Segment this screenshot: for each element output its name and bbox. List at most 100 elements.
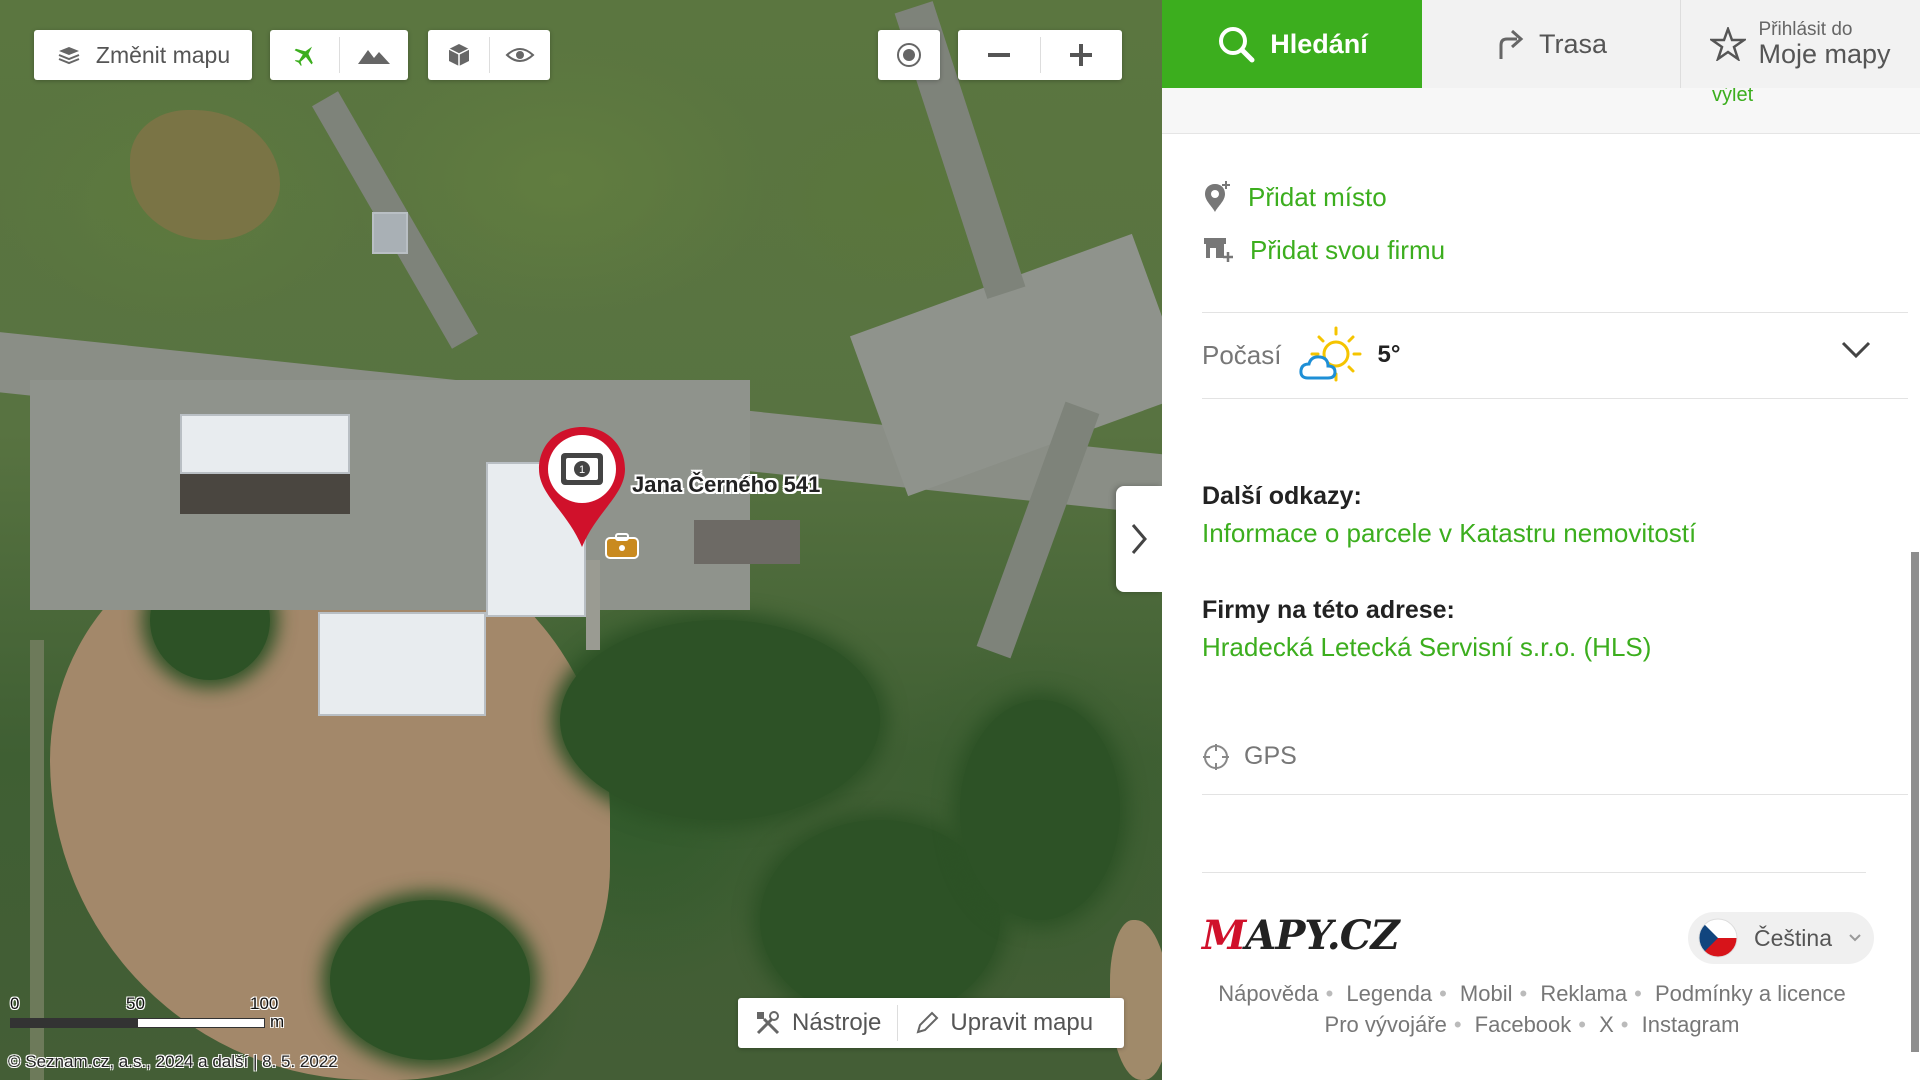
language-label: Čeština: [1754, 924, 1832, 951]
map-building: [318, 612, 486, 716]
tab-search-label: Hledání: [1270, 28, 1368, 59]
panorama-button[interactable]: [490, 30, 550, 80]
map-scale: 0 50 100 m: [10, 990, 284, 1040]
3d-view-button[interactable]: [429, 30, 489, 80]
add-company-button[interactable]: Přidat svou firmu: [1202, 234, 1445, 266]
layers-icon: [58, 47, 80, 65]
add-company-label: Přidat svou firmu: [1250, 234, 1446, 265]
weather-label: Počasí: [1202, 339, 1282, 370]
more-links-title: Další odkazy:: [1202, 482, 1362, 510]
footer-link-mobile[interactable]: Mobil: [1460, 981, 1513, 1006]
footer-link-instagram[interactable]: Instagram: [1642, 1012, 1740, 1037]
tab-route[interactable]: Trasa: [1422, 0, 1680, 88]
tab-search[interactable]: Hledání: [1162, 0, 1422, 88]
map-mode-group: [270, 30, 408, 80]
map-tools-bar: Nástroje Upravit mapu: [738, 998, 1124, 1048]
business-poi-icon[interactable]: [604, 532, 640, 560]
footer-link-terms[interactable]: Podmínky a licence: [1655, 981, 1846, 1006]
add-place-button[interactable]: Přidat místo: [1202, 180, 1387, 214]
add-shop-icon: [1204, 238, 1233, 262]
footer-link-legend[interactable]: Legenda: [1346, 981, 1432, 1006]
company-link[interactable]: Hradecká Letecká Servisní s.r.o. (HLS): [1202, 632, 1651, 663]
map-building: [180, 474, 350, 514]
footer-link-help[interactable]: Nápověda: [1218, 981, 1318, 1006]
scrolled-content-edge: výlet: [1162, 88, 1920, 134]
partly-cloudy-icon: [1298, 326, 1361, 382]
plus-icon: [1070, 44, 1092, 66]
zoom-out-button[interactable]: [959, 30, 1040, 80]
airplane-icon: [294, 46, 313, 66]
mapy-cz-logo[interactable]: MAPY.CZ: [1202, 912, 1400, 959]
svg-text:1: 1: [579, 464, 585, 476]
view-mode-group: [428, 30, 550, 80]
footer-link-developers[interactable]: Pro vývojáře: [1325, 1012, 1447, 1037]
scroll-hint-text: výlet: [1712, 88, 1754, 106]
marker-address-label[interactable]: Jana Černého 541: [632, 472, 820, 498]
side-panel: Hledání Trasa Přihlásit do Moje mapy výl…: [1162, 0, 1920, 1080]
add-place-label: Přidat místo: [1248, 181, 1387, 212]
change-map-label: Změnit mapu: [95, 41, 231, 68]
footer-links: Nápověda • Legenda • Mobil • Reklama • Podmí…: [1202, 978, 1862, 1040]
gps-label: GPS: [1244, 742, 1297, 770]
eye-icon: [505, 48, 534, 62]
divider: [1202, 794, 1908, 795]
chevron-right-icon: [1131, 524, 1147, 554]
map-copyright[interactable]: © Seznam.cz, a.s., 2024 a další | 8. 5. …: [8, 1052, 338, 1072]
star-icon: [1710, 27, 1747, 61]
weather-row[interactable]: Počasí 5°: [1202, 322, 1908, 388]
divider: [1202, 312, 1908, 313]
scale-unit: m: [270, 1012, 285, 1031]
mountain-icon: [357, 50, 390, 64]
divider: [1202, 872, 1866, 873]
login-big-label: Moje mapy: [1758, 39, 1891, 69]
location-marker-icon[interactable]: 1: [537, 425, 627, 549]
weather-temperature: 5°: [1377, 341, 1401, 368]
footer-row-1: Nápověda • Legenda • Mobil • Reklama • Podmí…: [1218, 981, 1846, 1006]
crosshair-icon: [1203, 743, 1229, 770]
scrollbar-thumb[interactable]: [1911, 552, 1919, 1052]
footer-link-facebook[interactable]: Facebook: [1475, 1012, 1572, 1037]
change-map-button[interactable]: Změnit mapu: [34, 30, 252, 80]
gps-row[interactable]: GPS: [1202, 742, 1297, 771]
add-pin-icon: [1205, 181, 1230, 212]
map-building: [694, 520, 800, 564]
footer-link-x[interactable]: X: [1599, 1012, 1614, 1037]
map-building: [180, 414, 350, 474]
location-target-icon: [897, 43, 921, 67]
map-tree-cluster: [760, 820, 1000, 1020]
scale-bar: [10, 1018, 265, 1028]
language-selector[interactable]: Čeština: [1688, 912, 1874, 964]
zoom-in-button[interactable]: [1041, 30, 1122, 80]
footer-row-2: Pro vývojáře • Facebook • X • Instagram: [1324, 1012, 1740, 1037]
map-view[interactable]: Změnit mapu 1 Jana Černého 541 0 50 100 …: [0, 0, 1162, 1080]
tools-button[interactable]: Nástroje: [738, 998, 897, 1048]
map-tree-cluster: [560, 620, 880, 820]
map-tree-cluster: [330, 900, 530, 1060]
cube-icon: [448, 44, 469, 66]
map-building: [372, 212, 408, 254]
chevron-down-icon[interactable]: [1840, 340, 1872, 360]
companies-title: Firmy na této adrese:: [1202, 596, 1455, 624]
login-small-label: Přihlásit do: [1758, 19, 1853, 40]
map-field-terrain: [130, 110, 280, 240]
locate-me-button[interactable]: [878, 30, 940, 80]
aerial-mode-button[interactable]: [271, 30, 339, 80]
map-tree-cluster: [960, 700, 1120, 920]
scale-label-100: 100: [250, 994, 279, 1013]
tools-label: Nástroje: [792, 1009, 882, 1036]
tools-icon: [756, 1011, 780, 1035]
terrain-mode-button[interactable]: [340, 30, 408, 80]
tab-login-my-maps[interactable]: Přihlásit do Moje mapy: [1681, 0, 1920, 88]
collapse-panel-button[interactable]: [1116, 486, 1162, 592]
edit-map-button[interactable]: Upravit mapu: [898, 998, 1109, 1048]
footer-link-ads[interactable]: Reklama: [1540, 981, 1627, 1006]
edit-map-label: Upravit mapu: [950, 1009, 1094, 1036]
scale-label-50: 50: [126, 994, 145, 1013]
map-road: [586, 560, 600, 650]
chevron-down-icon: [1849, 934, 1861, 942]
cadastre-link[interactable]: Informace o parcele v Katastru nemovitos…: [1202, 518, 1696, 549]
pencil-icon: [916, 1011, 939, 1034]
panel-tabs: Hledání Trasa Přihlásit do Moje mapy: [1162, 0, 1920, 88]
czech-flag-icon: [1698, 918, 1738, 958]
zoom-group: [958, 30, 1122, 80]
